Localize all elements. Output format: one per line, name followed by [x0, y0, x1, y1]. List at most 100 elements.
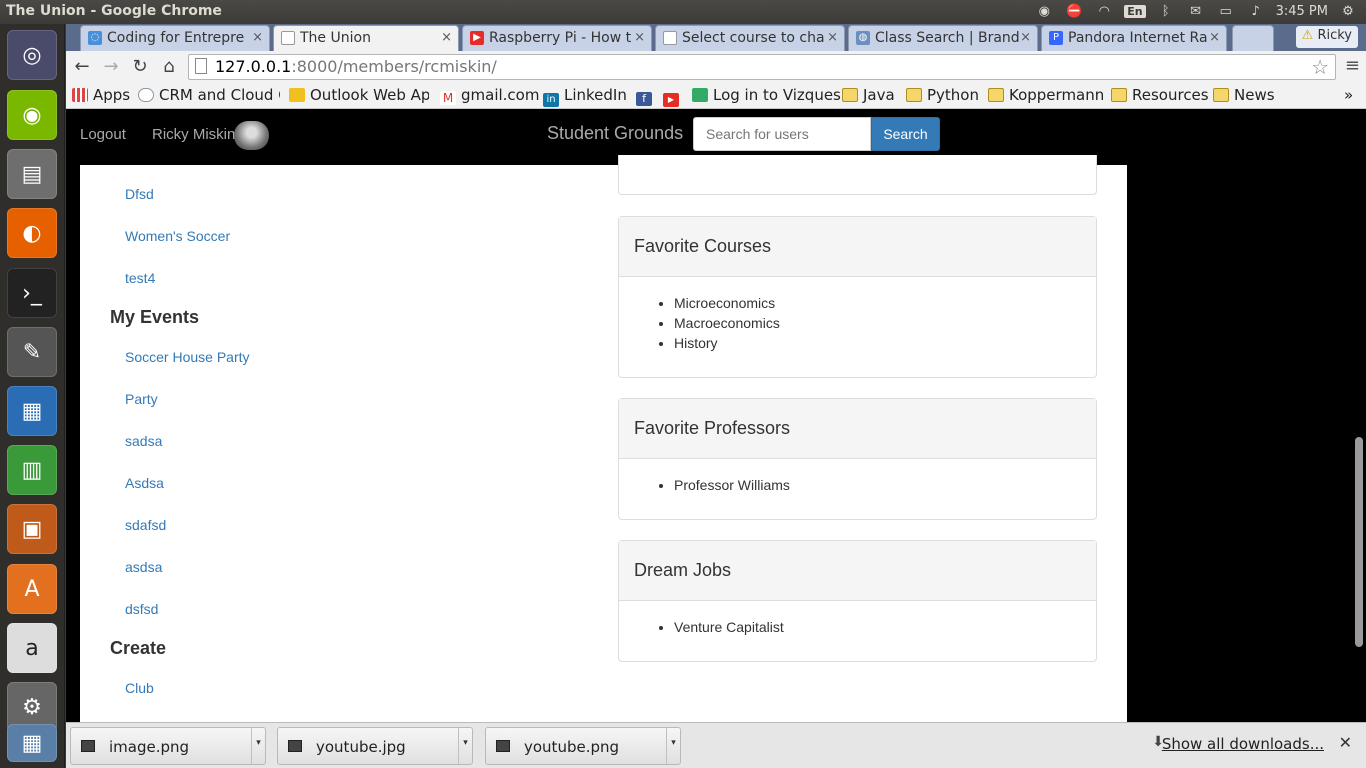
bookmark-gmail[interactable]: Mgmail.com [440, 86, 539, 105]
site-brand[interactable]: Student Grounds [547, 123, 683, 144]
page-scrollbar[interactable] [1352, 165, 1366, 722]
club-link[interactable]: Dfsd [125, 186, 154, 202]
close-tab-icon[interactable]: × [827, 30, 838, 45]
bookmark-folder-news[interactable]: News [1213, 86, 1275, 104]
amazon-launcher-icon[interactable]: a [7, 623, 57, 673]
close-tab-icon[interactable]: × [1209, 30, 1220, 45]
folder-icon [906, 88, 922, 102]
writer-launcher-icon[interactable]: ▦ [7, 386, 57, 436]
firefox-launcher-icon[interactable]: ◐ [7, 208, 57, 258]
terminal-launcher-icon[interactable]: ›_ [7, 268, 57, 318]
club-link[interactable]: test4 [125, 270, 155, 286]
club-link[interactable]: Women's Soccer [125, 228, 230, 244]
profile-button[interactable]: ⚠ Ricky [1295, 26, 1358, 48]
mail-icon[interactable]: ✉ [1186, 2, 1206, 20]
downloads-shelf: image.png ▾ youtube.jpg ▾ youtube.png ▾ … [66, 722, 1366, 768]
favorite-courses-panel: Favorite Courses Microeconomics Macroeco… [618, 216, 1097, 378]
bookmark-youtube[interactable]: ▶ [663, 86, 684, 107]
ubuntu-dash-icon[interactable]: ◎ [7, 30, 57, 80]
bookmark-star-icon[interactable]: ☆ [1311, 55, 1329, 79]
tab-raspberry-pi[interactable]: ▶ Raspberry Pi - How t × [462, 25, 652, 51]
tab-pandora[interactable]: P Pandora Internet Ra × [1041, 25, 1227, 51]
event-link[interactable]: dsfsd [125, 601, 158, 617]
bookmark-folder-koppermann[interactable]: Koppermann [988, 86, 1104, 104]
create-club-link[interactable]: Club [125, 680, 154, 696]
calc-launcher-icon[interactable]: ▥ [7, 445, 57, 495]
battery-icon[interactable]: ▭ [1216, 2, 1236, 20]
chrome-tray-icon[interactable]: ◉ [1034, 2, 1054, 20]
workspace-switcher-icon[interactable]: ▦ [7, 724, 57, 762]
keyboard-layout-indicator[interactable]: En [1124, 4, 1146, 18]
volume-icon[interactable]: ♪ [1246, 2, 1266, 20]
tab-coding[interactable]: ◌ Coding for Entrepre × [80, 25, 270, 51]
chevron-down-icon[interactable]: ▾ [458, 728, 472, 764]
no-entry-icon[interactable]: ⛔ [1064, 2, 1084, 20]
forward-arrow-icon[interactable]: → [99, 55, 123, 79]
download-item[interactable]: image.png ▾ [70, 727, 266, 765]
event-link[interactable]: sadsa [125, 433, 162, 449]
page-info-icon[interactable] [195, 58, 207, 74]
courses-list: Microeconomics Macroeconomics History [619, 277, 1096, 353]
chrome-launcher-icon[interactable]: ◉ [7, 90, 57, 140]
bookmark-folder-python[interactable]: Python [906, 86, 979, 104]
bookmark-facebook[interactable]: f [636, 86, 657, 106]
folder-icon [842, 88, 858, 102]
tab-the-union[interactable]: The Union × [273, 25, 459, 51]
software-center-launcher-icon[interactable]: A [7, 564, 57, 614]
search-button[interactable]: Search [871, 117, 940, 151]
youtube-favicon: ▶ [470, 31, 484, 45]
bookmark-linkedin[interactable]: in LinkedIn [543, 86, 627, 107]
event-link[interactable]: Party [125, 391, 158, 407]
new-tab-button[interactable] [1232, 25, 1274, 51]
bookmark-vizque[interactable]: Log in to Vizques [692, 86, 841, 104]
reload-icon[interactable]: ↻ [128, 55, 152, 79]
favorite-professors-panel: Favorite Professors Professor Williams [618, 398, 1097, 520]
download-item[interactable]: youtube.png ▾ [485, 727, 681, 765]
download-item[interactable]: youtube.jpg ▾ [277, 727, 473, 765]
logout-link[interactable]: Logout [80, 126, 126, 143]
chevron-down-icon[interactable]: ▾ [666, 728, 680, 764]
bookmark-label: Outlook Web App [310, 86, 429, 104]
bluetooth-icon[interactable]: ᛒ [1156, 2, 1176, 20]
back-arrow-icon[interactable]: ← [70, 55, 94, 79]
close-tab-icon[interactable]: × [1020, 30, 1031, 45]
close-icon[interactable]: ✕ [1339, 733, 1352, 752]
page-viewport: Logout Ricky Miskin Student Grounds Sear… [66, 109, 1366, 722]
user-search-input[interactable] [693, 117, 871, 151]
apps-grid-icon [72, 88, 88, 102]
bookmark-apps[interactable]: Apps [72, 86, 130, 104]
more-bookmarks-chevron[interactable]: » [1344, 86, 1353, 104]
avatar[interactable] [234, 121, 269, 150]
salesforce-icon [138, 88, 154, 102]
event-link[interactable]: Asdsa [125, 475, 164, 491]
tab-select-course[interactable]: Select course to cha × [655, 25, 845, 51]
chrome-menu-icon[interactable]: ≡ [1345, 55, 1360, 76]
event-link[interactable]: sdafsd [125, 517, 166, 533]
list-item: Professor Williams [674, 475, 1081, 495]
impress-launcher-icon[interactable]: ▣ [7, 504, 57, 554]
event-link[interactable]: asdsa [125, 559, 162, 575]
show-all-downloads-link[interactable]: Show all downloads... [1162, 735, 1324, 753]
clock[interactable]: 3:45 PM [1276, 4, 1328, 19]
tab-class-search[interactable]: ◍ Class Search | Brand × [848, 25, 1038, 51]
close-tab-icon[interactable]: × [441, 30, 452, 45]
bookmark-folder-resources[interactable]: Resources [1111, 86, 1209, 104]
wifi-icon[interactable]: ◠ [1094, 2, 1114, 20]
dream-jobs-panel: Dream Jobs Venture Capitalist [618, 540, 1097, 662]
youtube-icon: ▶ [663, 93, 679, 107]
event-link[interactable]: Soccer House Party [125, 349, 250, 365]
address-bar[interactable]: 127.0.0.1:8000/members/rcmiskin/ ☆ [188, 54, 1336, 80]
settings-gear-icon[interactable]: ⚙ [1338, 2, 1358, 20]
home-icon[interactable]: ⌂ [157, 55, 181, 79]
user-profile-link[interactable]: Ricky Miskin [152, 126, 235, 143]
bookmark-outlook[interactable]: Outlook Web App [289, 86, 429, 104]
chevron-down-icon[interactable]: ▾ [251, 728, 265, 764]
folder-icon [988, 88, 1004, 102]
bookmark-folder-java[interactable]: Java [842, 86, 895, 104]
text-editor-launcher-icon[interactable]: ✎ [7, 327, 57, 377]
scrollbar-thumb[interactable] [1355, 437, 1363, 647]
close-tab-icon[interactable]: × [252, 30, 263, 45]
close-tab-icon[interactable]: × [634, 30, 645, 45]
bookmark-crm[interactable]: CRM and Cloud Co [138, 86, 280, 104]
files-launcher-icon[interactable]: ▤ [7, 149, 57, 199]
